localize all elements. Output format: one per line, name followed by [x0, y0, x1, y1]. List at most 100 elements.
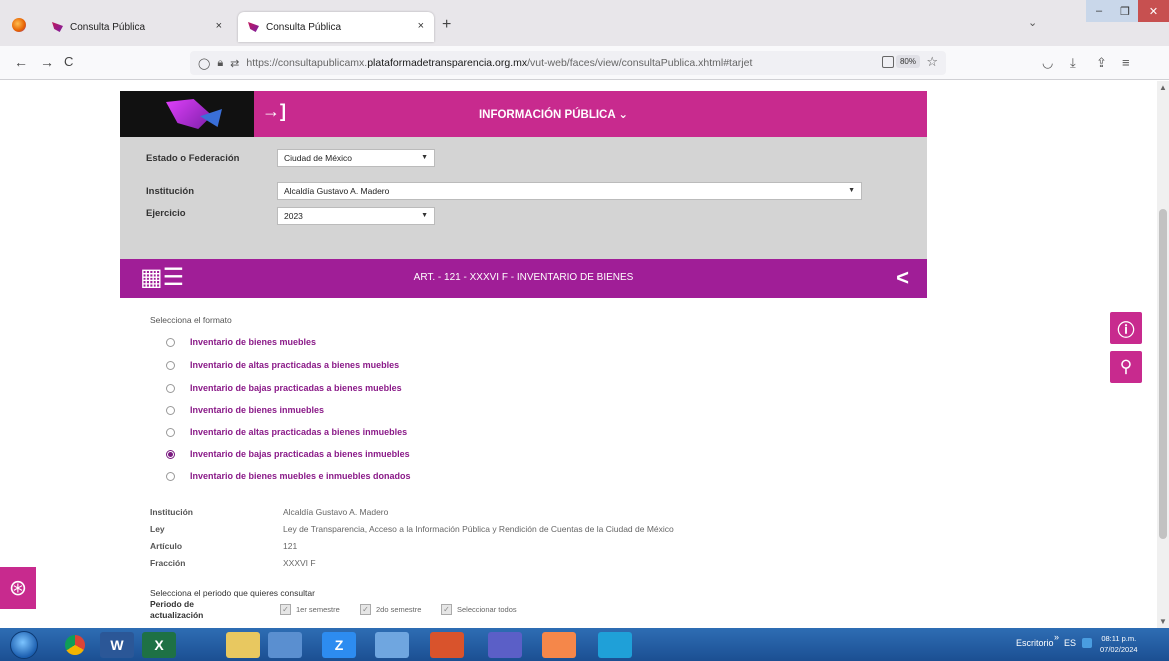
accessibility-button[interactable]: ⊛ — [0, 567, 36, 609]
clock-time: 08:11 p.m. — [1101, 634, 1137, 643]
zoom-level-badge[interactable]: 80% — [895, 55, 920, 68]
periodo-checkbox[interactable]: ✓ 1er semestre — [280, 604, 340, 615]
formato-option-label[interactable]: Inventario de bienes muebles e inmuebles… — [190, 471, 411, 481]
formato-option[interactable]: Inventario de bajas practicadas a bienes… — [166, 383, 402, 393]
radio-button[interactable] — [166, 360, 175, 370]
menu-icon[interactable]: ≡ — [1122, 55, 1130, 70]
lock-icon[interactable]: 🔒︎ — [217, 57, 223, 70]
system-clock[interactable]: 08:11 p.m. 07/02/2024 — [1100, 633, 1138, 655]
outlook-taskbar-icon[interactable] — [430, 632, 464, 658]
ejercicio-select-value: 2023 — [284, 211, 303, 221]
word-taskbar-icon[interactable]: W — [100, 632, 134, 658]
info-fraccion-value: XXXVI F — [283, 558, 316, 568]
formato-option-label[interactable]: Inventario de bienes muebles — [190, 337, 316, 347]
wrench-icon: ⚲ — [1119, 357, 1133, 376]
periodo-checkbox[interactable]: ✓ 2do semestre — [360, 604, 421, 615]
firefox-icon[interactable] — [12, 18, 26, 32]
start-button[interactable] — [10, 631, 38, 659]
radio-button[interactable] — [166, 405, 175, 415]
network-icon[interactable] — [1082, 638, 1092, 648]
scroll-up-icon[interactable]: ▲ — [1159, 83, 1167, 92]
zoom-taskbar-icon[interactable]: Z — [322, 632, 356, 658]
formato-option[interactable]: Inventario de altas practicadas a bienes… — [166, 427, 407, 437]
estado-select[interactable]: Ciudad de México ▼ — [277, 149, 435, 167]
tools-button[interactable]: ⚲ — [1110, 351, 1142, 383]
excel-taskbar-icon[interactable]: X — [142, 632, 176, 658]
clock-date: 07/02/2024 — [1100, 645, 1138, 654]
formato-option-label[interactable]: Inventario de altas practicadas a bienes… — [190, 427, 407, 437]
back-button[interactable]: ← — [14, 54, 28, 70]
shield-icon[interactable]: ◯ — [198, 57, 210, 70]
forward-button[interactable]: → — [40, 54, 54, 70]
scrollbar-thumb[interactable] — [1159, 209, 1167, 539]
info-articulo-value: 121 — [283, 541, 298, 551]
firefox-taskbar-icon[interactable] — [542, 632, 576, 658]
periodo-checkbox[interactable]: ✓ Seleccionar todos — [441, 604, 517, 615]
list-tabs-chevron-icon[interactable]: ⌄ — [1028, 16, 1037, 29]
formato-option-label[interactable]: Inventario de bienes inmuebles — [190, 405, 324, 415]
alert-button[interactable]: ⓘ — [1110, 312, 1142, 344]
toolbar-expand-icon[interactable]: » — [1054, 632, 1059, 642]
formato-option-label[interactable]: Inventario de bajas practicadas a bienes… — [190, 383, 402, 393]
info-institucion-label: Institución — [150, 507, 193, 517]
minimize-button[interactable]: – — [1086, 0, 1112, 22]
dropdown-arrow-icon: ▼ — [848, 187, 855, 194]
calculator-taskbar-icon[interactable] — [375, 632, 409, 658]
formato-option[interactable]: Inventario de bienes inmuebles — [166, 405, 324, 415]
formato-option-label[interactable]: Inventario de altas practicadas a bienes… — [190, 360, 399, 370]
edge-taskbar-icon[interactable] — [598, 632, 632, 658]
vertical-scrollbar[interactable]: ▲ ▼ — [1157, 81, 1169, 628]
checkbox-label[interactable]: 2do semestre — [376, 605, 421, 614]
scroll-down-icon[interactable]: ▼ — [1159, 617, 1167, 626]
ejercicio-label: Ejercicio — [146, 208, 186, 219]
page-viewport: →] INFORMACIÓN PÚBLICA ⌄ Estado o Federa… — [0, 81, 1157, 628]
teams-taskbar-icon[interactable] — [488, 632, 522, 658]
extensions-icon[interactable]: ⇪ — [1096, 55, 1107, 71]
formato-option-selected[interactable]: Inventario de bajas practicadas a bienes… — [166, 449, 410, 459]
permissions-icon[interactable]: ⇄ — [230, 57, 239, 70]
formato-option[interactable]: Inventario de bienes muebles e inmuebles… — [166, 471, 411, 481]
institucion-select[interactable]: Alcaldía Gustavo A. Madero ▼ — [277, 182, 862, 200]
escritorio-toolbar[interactable]: Escritorio — [1016, 638, 1054, 648]
info-ley-value: Ley de Transparencia, Acceso a la Inform… — [283, 524, 674, 534]
share-icon[interactable]: < — [896, 265, 909, 291]
info-publica-menu[interactable]: INFORMACIÓN PÚBLICA ⌄ — [120, 107, 927, 121]
checkbox[interactable]: ✓ — [360, 604, 371, 615]
reload-button[interactable]: C — [64, 54, 73, 69]
browser-tab-1[interactable]: Consulta Pública × — [42, 12, 232, 42]
radio-button[interactable] — [166, 427, 175, 437]
info-fraccion-label: Fracción — [150, 558, 186, 568]
estado-select-value: Ciudad de México — [284, 153, 353, 163]
media-player-taskbar-icon[interactable] — [268, 632, 302, 658]
radio-button-selected[interactable] — [166, 449, 175, 459]
browser-tab-2-active[interactable]: Consulta Pública × — [238, 12, 434, 42]
tab-close-icon[interactable]: × — [216, 20, 222, 32]
radio-button[interactable] — [166, 383, 175, 393]
ejercicio-select[interactable]: 2023 ▼ — [277, 207, 435, 225]
bookmark-star-icon[interactable]: ☆ — [926, 54, 938, 70]
address-bar[interactable]: ◯ 🔒︎ ⇄ https://consultapublicamx. platafo… — [190, 51, 946, 75]
checkbox-label[interactable]: Seleccionar todos — [457, 605, 517, 614]
reader-view-icon[interactable] — [882, 56, 894, 68]
maximize-button[interactable]: ❐ — [1112, 0, 1138, 22]
periodo-question: Selecciona el periodo que quieres consul… — [150, 588, 315, 598]
checkbox[interactable]: ✓ — [441, 604, 452, 615]
pocket-icon[interactable]: ◡ — [1042, 55, 1053, 71]
radio-button[interactable] — [166, 337, 175, 347]
chrome-taskbar-icon[interactable] — [58, 632, 92, 658]
close-window-button[interactable]: ✕ — [1138, 0, 1169, 22]
institucion-label: Institución — [146, 186, 195, 197]
formato-option[interactable]: Inventario de bienes muebles — [166, 337, 316, 347]
formato-option[interactable]: Inventario de altas practicadas a bienes… — [166, 360, 399, 370]
file-explorer-taskbar-icon[interactable] — [226, 632, 260, 658]
tab-close-icon[interactable]: × — [418, 20, 424, 32]
new-tab-button[interactable]: + — [442, 16, 451, 34]
checkbox-label[interactable]: 1er semestre — [296, 605, 340, 614]
downloads-icon[interactable]: ⤓ — [1070, 55, 1076, 71]
info-articulo-label: Artículo — [150, 541, 183, 551]
periodo-label: Periodo de actualización — [150, 599, 204, 620]
radio-button[interactable] — [166, 471, 175, 481]
formato-option-label[interactable]: Inventario de bajas practicadas a bienes… — [190, 449, 410, 459]
checkbox[interactable]: ✓ — [280, 604, 291, 615]
language-indicator[interactable]: ES — [1064, 638, 1076, 648]
